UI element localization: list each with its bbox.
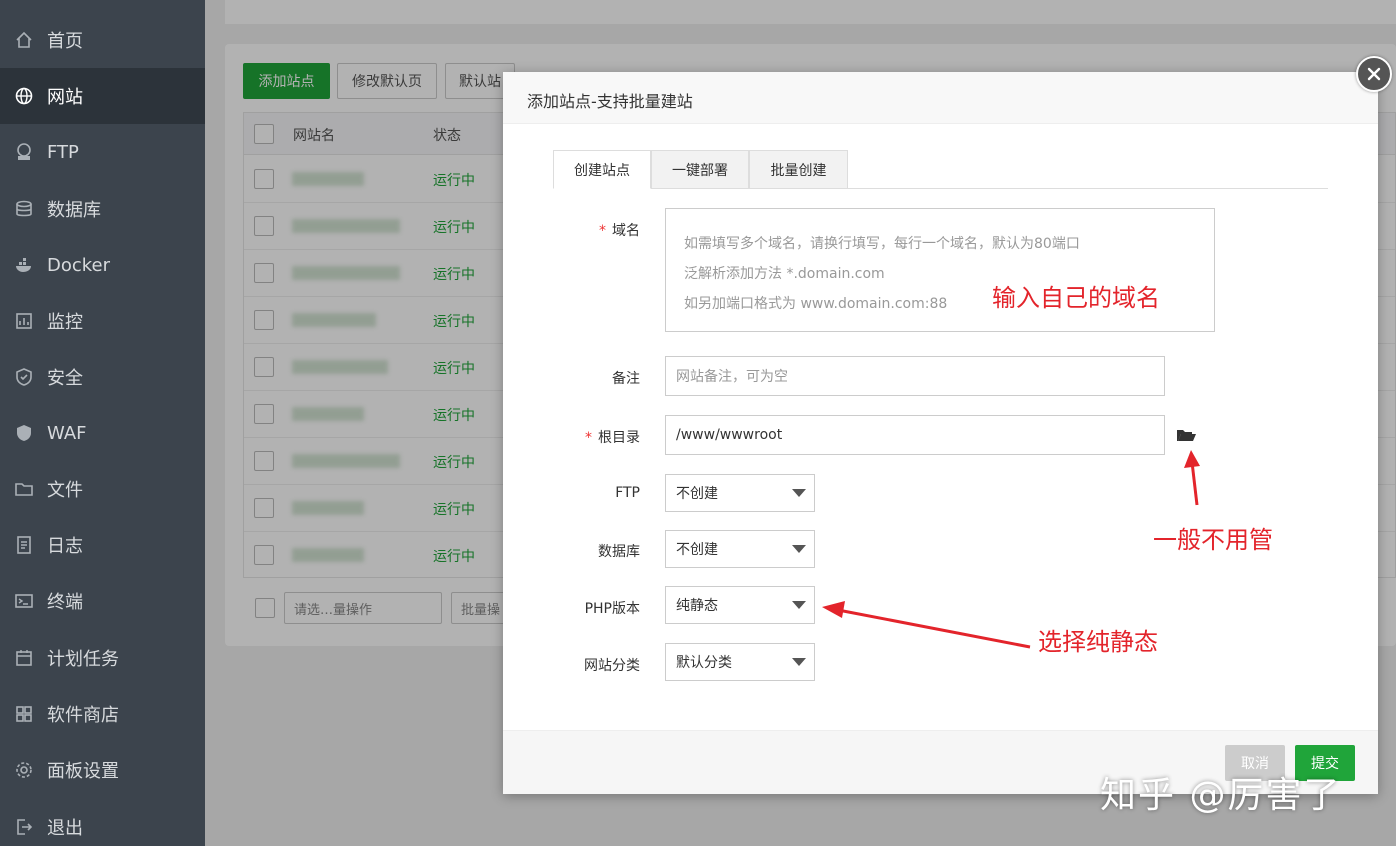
dialog-title: 添加站点-支持批量建站 — [527, 92, 693, 111]
sidebar-item-label: 网站 — [47, 87, 83, 108]
chevron-down-icon — [792, 545, 806, 553]
database-label: 数据库 — [598, 544, 640, 560]
home-icon — [13, 29, 35, 51]
sidebar-item-files[interactable]: 文件 — [0, 461, 205, 517]
php-version-value: 纯静态 — [676, 598, 718, 614]
remark-label: 备注 — [612, 371, 640, 387]
php-version-select[interactable]: 纯静态 — [665, 586, 815, 624]
sidebar-item-label: 软件商店 — [47, 705, 119, 726]
sidebar-item-security[interactable]: 安全 — [0, 349, 205, 405]
dialog-tabs: 创建站点 一键部署 批量创建 — [553, 150, 1328, 189]
terminal-icon — [13, 590, 35, 612]
sidebar-item-label: 面板设置 — [47, 761, 119, 782]
docker-icon — [13, 254, 35, 276]
chevron-down-icon — [792, 658, 806, 666]
domain-label: * 域名 — [599, 223, 640, 239]
sidebar-item-website[interactable]: 网站 — [0, 68, 205, 124]
tab-batch-create[interactable]: 批量创建 — [749, 150, 848, 189]
sidebar: 首页 网站 FTP 数据库 Docker 监控 安全 WAF 文件 日志 终端 — [0, 0, 205, 846]
logout-icon — [13, 816, 35, 838]
waf-icon — [13, 422, 35, 444]
sidebar-item-store[interactable]: 软件商店 — [0, 686, 205, 742]
php-version-label: PHP版本 — [584, 601, 640, 617]
close-dialog-button[interactable] — [1356, 56, 1392, 92]
folder-open-icon[interactable] — [1175, 424, 1197, 446]
database-select[interactable]: 不创建 — [665, 530, 815, 568]
site-category-label: 网站分类 — [584, 658, 640, 674]
sidebar-item-label: 日志 — [47, 536, 83, 557]
sidebar-item-settings[interactable]: 面板设置 — [0, 742, 205, 798]
domain-placeholder-line: 如另加端口格式为 www.domain.com:88 — [684, 296, 948, 312]
chevron-down-icon — [792, 489, 806, 497]
database-select-value: 不创建 — [676, 542, 718, 558]
sidebar-item-label: 安全 — [47, 368, 83, 389]
globe-icon — [13, 85, 35, 107]
sidebar-item-database[interactable]: 数据库 — [0, 181, 205, 237]
chevron-down-icon — [792, 601, 806, 609]
sidebar-item-label: Docker — [47, 254, 111, 276]
sidebar-item-waf[interactable]: WAF — [0, 405, 205, 461]
dialog-header: 添加站点-支持批量建站 — [503, 72, 1378, 124]
sidebar-item-label: 文件 — [47, 480, 83, 501]
sidebar-item-label: 首页 — [47, 31, 83, 52]
sidebar-item-monitor[interactable]: 监控 — [0, 293, 205, 349]
ftp-select-value: 不创建 — [676, 486, 718, 502]
sidebar-item-docker[interactable]: Docker — [0, 237, 205, 293]
ftp-label: FTP — [615, 485, 640, 501]
domain-textarea[interactable]: 如需填写多个域名，请换行填写，每行一个域名，默认为80端口 泛解析添加方法 *.… — [665, 208, 1215, 332]
ftp-icon — [13, 141, 35, 163]
add-site-dialog: 添加站点-支持批量建站 创建站点 一键部署 批量创建 * 域名 如需填写多个域名，… — [503, 72, 1378, 794]
tab-create-site[interactable]: 创建站点 — [553, 150, 651, 189]
apps-icon — [13, 703, 35, 725]
sidebar-item-terminal[interactable]: 终端 — [0, 573, 205, 629]
sidebar-item-label: FTP — [47, 141, 79, 163]
sidebar-item-label: WAF — [47, 422, 87, 444]
sidebar-item-cron[interactable]: 计划任务 — [0, 630, 205, 686]
close-icon — [1367, 67, 1381, 81]
shield-icon — [13, 366, 35, 388]
sidebar-item-home[interactable]: 首页 — [0, 12, 205, 68]
domain-placeholder-line: 泛解析添加方法 *.domain.com — [684, 266, 885, 282]
annotation-root-note: 一般不用管 — [1153, 526, 1273, 554]
sidebar-item-label: 终端 — [47, 592, 83, 613]
site-category-value: 默认分类 — [676, 655, 732, 671]
sidebar-item-label: 计划任务 — [47, 649, 119, 670]
log-icon — [13, 534, 35, 556]
tab-one-click-deploy[interactable]: 一键部署 — [651, 150, 749, 189]
monitor-icon — [13, 310, 35, 332]
sidebar-item-label: 监控 — [47, 312, 83, 333]
annotation-domain-note: 输入自己的域名 — [992, 284, 1160, 312]
sidebar-item-label: 数据库 — [47, 200, 101, 221]
gear-icon — [13, 759, 35, 781]
database-icon — [13, 198, 35, 220]
calendar-icon — [13, 647, 35, 669]
sidebar-item-logout[interactable]: 退出 — [0, 799, 205, 846]
sidebar-item-label: 退出 — [47, 818, 83, 839]
sidebar-item-logs[interactable]: 日志 — [0, 517, 205, 573]
watermark: 知乎 @厉害了 — [1100, 775, 1342, 816]
annotation-php-note: 选择纯静态 — [1038, 628, 1158, 656]
site-category-select[interactable]: 默认分类 — [665, 643, 815, 681]
folder-icon — [13, 478, 35, 500]
root-dir-input[interactable]: /www/wwwroot — [665, 415, 1165, 455]
remark-input[interactable]: 网站备注，可为空 — [665, 356, 1165, 396]
domain-placeholder-line: 如需填写多个域名，请换行填写，每行一个域名，默认为80端口 — [684, 236, 1080, 252]
sidebar-item-ftp[interactable]: FTP — [0, 124, 205, 180]
ftp-select[interactable]: 不创建 — [665, 474, 815, 512]
root-dir-label: * 根目录 — [585, 430, 640, 446]
